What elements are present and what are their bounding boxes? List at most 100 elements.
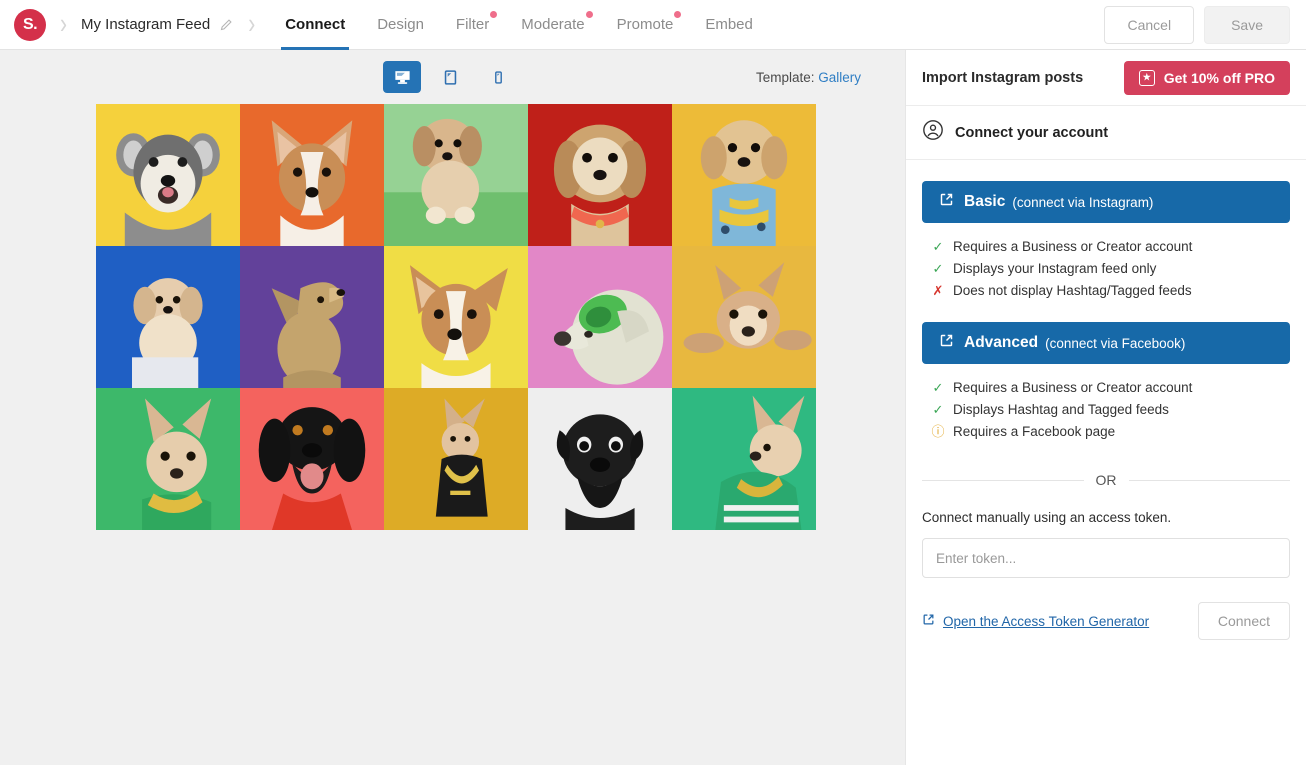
external-link-icon bbox=[939, 192, 954, 212]
feature-text: Displays your Instagram feed only bbox=[953, 261, 1157, 276]
tab-label: Moderate bbox=[521, 16, 585, 33]
device-switcher bbox=[383, 61, 517, 93]
basic-feature-list: ✓ Requires a Business or Creator account… bbox=[922, 223, 1290, 301]
photo-tile[interactable] bbox=[528, 246, 672, 388]
tab-label: Design bbox=[377, 16, 424, 33]
check-icon: ✓ bbox=[932, 261, 944, 276]
photo-tile[interactable] bbox=[384, 246, 528, 388]
edit-pencil-icon[interactable] bbox=[219, 17, 234, 32]
breadcrumb-chevron-icon: › bbox=[60, 8, 67, 40]
feed-preview-area: Template: Gallery bbox=[0, 50, 905, 765]
photo-tile[interactable] bbox=[96, 246, 240, 388]
cancel-button[interactable]: Cancel bbox=[1104, 5, 1195, 44]
advanced-feature-list: ✓ Requires a Business or Creator account… bbox=[922, 364, 1290, 442]
or-divider: OR bbox=[922, 472, 1290, 488]
tab-label: Filter bbox=[455, 16, 490, 33]
external-link-icon bbox=[922, 613, 935, 629]
cross-icon: ✗ bbox=[932, 283, 944, 298]
connect-account-row: Connect your account bbox=[906, 106, 1306, 160]
photo-tile[interactable] bbox=[528, 104, 672, 246]
photo-tile[interactable] bbox=[384, 388, 528, 530]
tab-label: Promote bbox=[616, 16, 674, 33]
feature-text: Requires a Business or Creator account bbox=[953, 239, 1193, 254]
divider-line-left bbox=[922, 479, 1084, 481]
photo-tile[interactable] bbox=[240, 246, 384, 388]
feature-text: Does not display Hashtag/Tagged feeds bbox=[953, 283, 1192, 298]
connect-button[interactable]: Connect bbox=[1197, 602, 1290, 640]
advanced-title: Advanced bbox=[964, 334, 1039, 351]
connect-account-title: Connect your account bbox=[955, 124, 1109, 141]
access-token-input[interactable] bbox=[922, 538, 1290, 578]
tablet-icon[interactable] bbox=[431, 61, 469, 93]
external-link-icon bbox=[939, 333, 954, 353]
tab-filter[interactable]: Filter bbox=[440, 0, 505, 50]
import-panel: Import Instagram posts ★ Get 10% off PRO… bbox=[905, 50, 1306, 765]
photo-tile[interactable] bbox=[96, 104, 240, 246]
app-logo[interactable]: S. bbox=[14, 8, 46, 41]
photo-tile[interactable] bbox=[240, 104, 384, 246]
token-actions: Open the Access Token Generator Connect bbox=[922, 602, 1290, 640]
feature-item: ✓ Displays Hashtag and Tagged feeds bbox=[932, 400, 1290, 420]
feature-item: ✓ Requires a Business or Creator account bbox=[932, 237, 1290, 257]
star-icon: ★ bbox=[1138, 69, 1155, 86]
main-body: Template: Gallery Import Instagram posts… bbox=[0, 50, 1306, 765]
panel-header: Import Instagram posts ★ Get 10% off PRO bbox=[906, 50, 1306, 106]
tab-embed[interactable]: Embed bbox=[689, 0, 769, 50]
nav-tabs: Connect Design Filter Moderate Promote E… bbox=[269, 0, 769, 50]
tab-label: Embed bbox=[705, 16, 753, 33]
device-toolbar: Template: Gallery bbox=[0, 50, 905, 104]
panel-title: Import Instagram posts bbox=[922, 69, 1084, 86]
photo-tile[interactable] bbox=[96, 388, 240, 530]
user-circle-icon bbox=[922, 119, 944, 146]
mobile-icon[interactable] bbox=[479, 61, 517, 93]
template-value-link[interactable]: Gallery bbox=[818, 70, 861, 85]
pro-button-label: Get 10% off PRO bbox=[1163, 69, 1275, 86]
manual-connect-label: Connect manually using an access token. bbox=[922, 510, 1172, 525]
feature-item: ✓ Requires a Business or Creator account bbox=[932, 378, 1290, 398]
feed-name: My Instagram Feed bbox=[81, 16, 211, 33]
check-icon: ✓ bbox=[932, 380, 944, 395]
feature-item: ⓘ Requires a Facebook page bbox=[932, 422, 1290, 442]
tab-label: Connect bbox=[285, 16, 346, 33]
warning-icon: ⓘ bbox=[931, 424, 945, 439]
photo-tile[interactable] bbox=[240, 388, 384, 530]
tab-notification-dot bbox=[674, 10, 682, 18]
breadcrumb-chevron-icon-2: › bbox=[248, 8, 256, 40]
feature-text: Requires a Facebook page bbox=[953, 424, 1116, 439]
photo-tile[interactable] bbox=[672, 104, 816, 246]
advanced-subtitle: (connect via Facebook) bbox=[1045, 335, 1186, 351]
get-pro-button[interactable]: ★ Get 10% off PRO bbox=[1123, 60, 1290, 95]
panel-body: Basic (connect via Instagram) ✓ Requires… bbox=[906, 160, 1306, 765]
tab-notification-dot bbox=[585, 10, 593, 18]
divider-line-right bbox=[1128, 479, 1290, 481]
save-button[interactable]: Save bbox=[1204, 5, 1290, 44]
top-actions: Cancel Save bbox=[1104, 5, 1290, 44]
top-bar: S. › My Instagram Feed › Connect Design … bbox=[0, 0, 1306, 50]
basic-connect-button[interactable]: Basic (connect via Instagram) bbox=[922, 181, 1290, 223]
photo-tile[interactable] bbox=[672, 388, 816, 530]
photo-grid bbox=[96, 104, 816, 530]
basic-title: Basic bbox=[964, 193, 1006, 210]
template-label: Template: bbox=[755, 69, 815, 85]
template-selector: Template: Gallery bbox=[756, 70, 861, 85]
tab-moderate[interactable]: Moderate bbox=[505, 0, 600, 50]
token-generator-label: Open the Access Token Generator bbox=[943, 613, 1150, 629]
tab-promote[interactable]: Promote bbox=[601, 0, 690, 50]
logo-text: S. bbox=[22, 15, 38, 33]
photo-tile[interactable] bbox=[384, 104, 528, 246]
photo-tile[interactable] bbox=[528, 388, 672, 530]
feature-item: ✗ Does not display Hashtag/Tagged feeds bbox=[932, 281, 1290, 301]
tab-notification-dot bbox=[490, 10, 498, 18]
token-generator-link[interactable]: Open the Access Token Generator bbox=[922, 613, 1149, 629]
check-icon: ✓ bbox=[932, 402, 944, 417]
check-icon: ✓ bbox=[932, 239, 944, 254]
or-label: OR bbox=[1095, 472, 1117, 488]
feature-item: ✓ Displays your Instagram feed only bbox=[932, 259, 1290, 279]
tab-design[interactable]: Design bbox=[361, 0, 440, 50]
desktop-icon[interactable] bbox=[383, 61, 421, 93]
tab-connect[interactable]: Connect bbox=[269, 0, 361, 50]
advanced-connect-button[interactable]: Advanced (connect via Facebook) bbox=[922, 322, 1290, 364]
basic-subtitle: (connect via Instagram) bbox=[1012, 194, 1154, 210]
feature-text: Displays Hashtag and Tagged feeds bbox=[953, 402, 1169, 417]
photo-tile[interactable] bbox=[672, 246, 816, 388]
